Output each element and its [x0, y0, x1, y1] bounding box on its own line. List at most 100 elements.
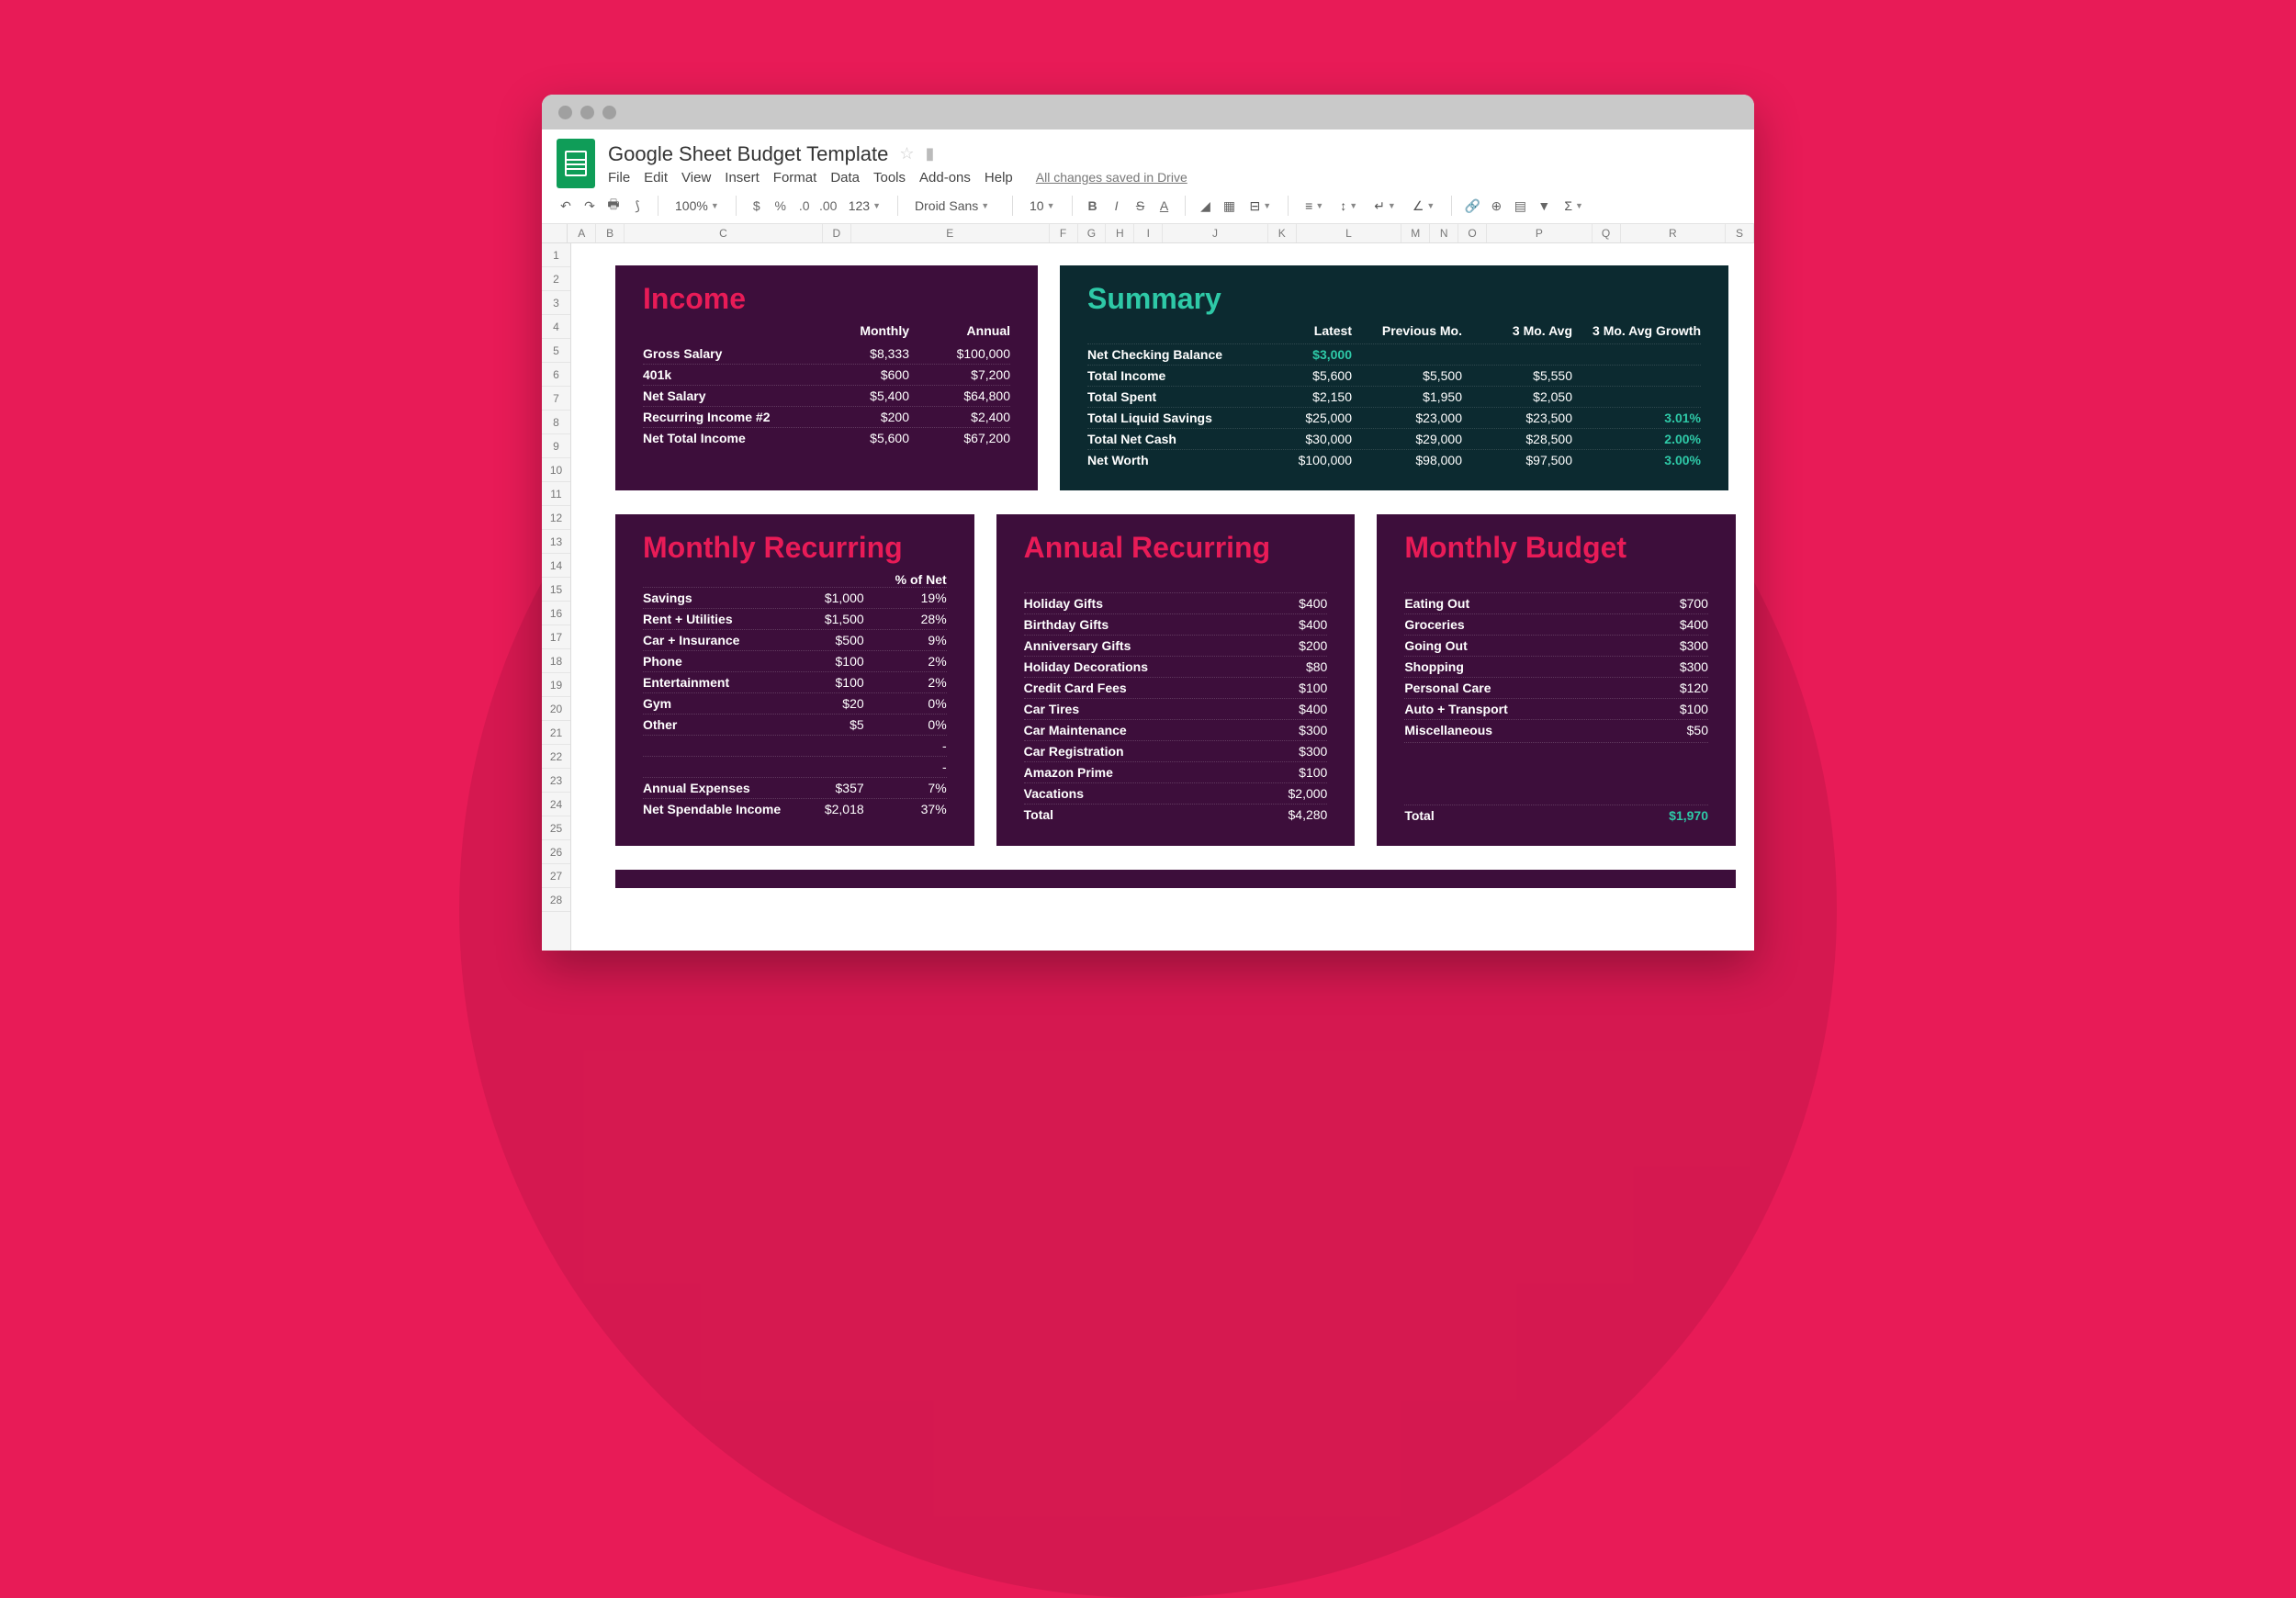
decrease-decimal-button[interactable]: .0 — [795, 197, 814, 215]
row-header[interactable]: 5 — [542, 339, 570, 363]
column-header[interactable]: G — [1078, 224, 1107, 242]
column-header[interactable]: H — [1106, 224, 1134, 242]
row-header[interactable]: 7 — [542, 387, 570, 411]
increase-decimal-button[interactable]: .00 — [819, 197, 838, 215]
row-header[interactable]: 24 — [542, 793, 570, 816]
column-header[interactable]: L — [1297, 224, 1402, 242]
window-minimize-icon[interactable] — [580, 106, 594, 119]
column-header[interactable]: N — [1430, 224, 1458, 242]
cell-value: $1,950 — [1352, 389, 1462, 404]
text-color-button[interactable]: A — [1155, 197, 1174, 215]
redo-button[interactable]: ↷ — [580, 197, 599, 215]
row-header[interactable]: 15 — [542, 578, 570, 602]
save-status[interactable]: All changes saved in Drive — [1036, 170, 1187, 185]
menu-add-ons[interactable]: Add-ons — [919, 170, 971, 186]
menu-tools[interactable]: Tools — [873, 170, 906, 186]
currency-button[interactable]: $ — [748, 197, 766, 215]
cell-value: $5,550 — [1462, 368, 1572, 383]
column-header[interactable]: M — [1401, 224, 1430, 242]
undo-button[interactable]: ↶ — [557, 197, 575, 215]
star-icon[interactable]: ☆ — [899, 144, 914, 163]
menu-help[interactable]: Help — [985, 170, 1013, 186]
column-header[interactable]: A — [568, 224, 596, 242]
fill-color-button[interactable]: ◢ — [1197, 197, 1215, 215]
link-button[interactable]: 🔗 — [1463, 197, 1481, 215]
row-header[interactable]: 10 — [542, 458, 570, 482]
menu-view[interactable]: View — [681, 170, 711, 186]
row-header[interactable]: 12 — [542, 506, 570, 530]
column-header[interactable]: C — [625, 224, 823, 242]
format-number-select[interactable]: 123 ▼ — [843, 198, 886, 213]
menu-insert[interactable]: Insert — [725, 170, 760, 186]
sheets-logo-icon[interactable] — [557, 139, 595, 188]
row-header[interactable]: 20 — [542, 697, 570, 721]
column-header[interactable]: B — [596, 224, 625, 242]
row-header[interactable]: 4 — [542, 315, 570, 339]
window-maximize-icon[interactable] — [602, 106, 616, 119]
cell-value: $20 — [782, 696, 864, 711]
cell-value: $7,200 — [909, 367, 1010, 382]
row-header[interactable]: 1 — [542, 243, 570, 267]
row-header[interactable]: 3 — [542, 291, 570, 315]
bold-button[interactable]: B — [1084, 197, 1102, 215]
paint-format-button[interactable]: ⟆ — [628, 197, 647, 215]
row-header[interactable]: 18 — [542, 649, 570, 673]
column-header[interactable]: F — [1050, 224, 1078, 242]
row-header[interactable]: 11 — [542, 482, 570, 506]
row-header[interactable]: 22 — [542, 745, 570, 769]
percent-button[interactable]: % — [771, 197, 790, 215]
comment-button[interactable]: ⊕ — [1487, 197, 1505, 215]
menu-file[interactable]: File — [608, 170, 630, 186]
filter-button[interactable]: ▼ — [1535, 197, 1553, 215]
column-header[interactable]: K — [1268, 224, 1297, 242]
row-header[interactable]: 21 — [542, 721, 570, 745]
print-button[interactable]: 🖶 — [604, 197, 623, 215]
italic-button[interactable]: I — [1108, 197, 1126, 215]
spreadsheet-canvas[interactable]: Income Monthly Annual Gross Salary $8,33… — [571, 243, 1754, 951]
column-header[interactable]: E — [851, 224, 1050, 242]
borders-button[interactable]: ▦ — [1221, 197, 1239, 215]
row-header[interactable]: 6 — [542, 363, 570, 387]
wrap-button[interactable]: ↵ ▼ — [1368, 198, 1401, 214]
zoom-select[interactable]: 100% ▼ — [670, 198, 725, 213]
row-header[interactable]: 26 — [542, 840, 570, 864]
row-header[interactable]: 9 — [542, 434, 570, 458]
row-header[interactable]: 27 — [542, 864, 570, 888]
row-header[interactable]: 2 — [542, 267, 570, 291]
row-header[interactable]: 17 — [542, 625, 570, 649]
column-header[interactable]: J — [1163, 224, 1268, 242]
row-header[interactable]: 16 — [542, 602, 570, 625]
row-header[interactable]: 8 — [542, 411, 570, 434]
menu-format[interactable]: Format — [773, 170, 817, 186]
cell-value: $3,000 — [1242, 347, 1352, 362]
rotate-button[interactable]: ∠ ▼ — [1407, 198, 1440, 214]
functions-button[interactable]: Σ ▼ — [1559, 198, 1589, 213]
column-header[interactable]: R — [1621, 224, 1727, 242]
font-select[interactable]: Droid Sans ▼ — [909, 198, 1001, 213]
column-header[interactable]: I — [1134, 224, 1163, 242]
strikethrough-button[interactable]: S — [1131, 197, 1150, 215]
row-header[interactable]: 25 — [542, 816, 570, 840]
column-header[interactable]: P — [1487, 224, 1593, 242]
font-size-select[interactable]: 10 ▼ — [1024, 198, 1061, 213]
row-header[interactable]: 19 — [542, 673, 570, 697]
menu-edit[interactable]: Edit — [644, 170, 668, 186]
column-header[interactable]: D — [823, 224, 851, 242]
cell-value: $8,333 — [808, 346, 909, 361]
cell-value: $29,000 — [1352, 432, 1462, 446]
column-header[interactable]: O — [1458, 224, 1487, 242]
document-title[interactable]: Google Sheet Budget Template — [608, 142, 888, 166]
row-header[interactable]: 23 — [542, 769, 570, 793]
h-align-button[interactable]: ≡ ▼ — [1300, 198, 1329, 213]
column-header[interactable]: S — [1726, 224, 1754, 242]
merge-cells-button[interactable]: ⊟ ▼ — [1244, 198, 1277, 214]
v-align-button[interactable]: ↕ ▼ — [1334, 198, 1363, 213]
row-header[interactable]: 28 — [542, 888, 570, 912]
row-header[interactable]: 14 — [542, 554, 570, 578]
row-header[interactable]: 13 — [542, 530, 570, 554]
window-close-icon[interactable] — [558, 106, 572, 119]
chart-button[interactable]: ▤ — [1511, 197, 1529, 215]
folder-icon[interactable]: ▮ — [926, 144, 935, 163]
menu-data[interactable]: Data — [830, 170, 860, 186]
column-header[interactable]: Q — [1593, 224, 1621, 242]
